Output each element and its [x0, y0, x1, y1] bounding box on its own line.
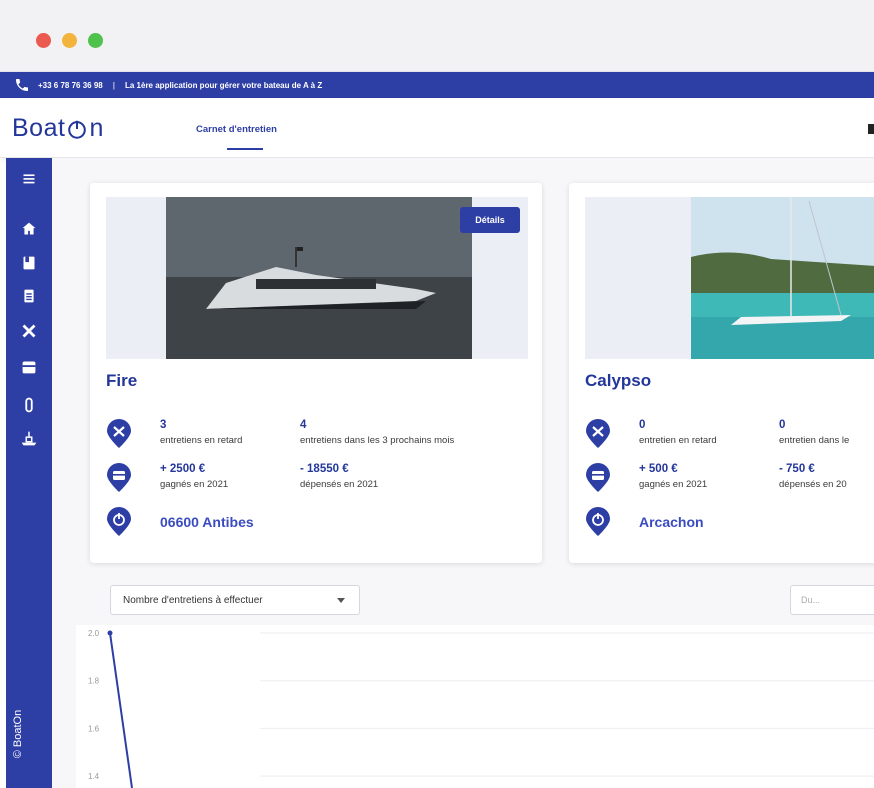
app-header: Boat n Carnet d'entretien	[0, 98, 874, 158]
upcoming-label: entretien dans le	[779, 435, 850, 446]
spent-amount: - 18550 €	[300, 463, 349, 475]
logbook-icon[interactable]	[18, 252, 40, 274]
phone-number[interactable]: +33 6 78 76 36 98	[38, 81, 103, 90]
boat-location[interactable]: 06600 Antibes	[160, 514, 254, 530]
y-tick-label: 1.8	[88, 677, 100, 686]
boat-photo-frame	[585, 197, 874, 359]
info-separator: |	[112, 80, 115, 90]
menu-icon[interactable]	[18, 168, 40, 190]
date-from-input[interactable]: Du...	[790, 585, 874, 615]
y-tick-label: 2.0	[88, 629, 100, 638]
spent-label: dépensés en 2021	[300, 479, 379, 490]
tab-carnet-entretien[interactable]: Carnet d'entretien	[196, 124, 277, 135]
late-label: entretien en retard	[639, 435, 717, 446]
tagline: La 1ère application pour gérer votre bat…	[124, 80, 323, 90]
tools-icon[interactable]	[18, 320, 40, 342]
money-pin-icon	[586, 463, 610, 492]
data-point[interactable]	[107, 630, 113, 636]
earned-label: gagnés en 2021	[639, 479, 708, 490]
boaton-logo[interactable]: Boat n	[12, 114, 104, 143]
close-window-button[interactable]	[36, 33, 51, 48]
location-pin-icon	[586, 507, 610, 536]
late-count: 0	[639, 419, 646, 431]
boat-name: Calypso	[585, 371, 652, 390]
chart-filters: Nombre d'entretiens à effectuer Du...	[90, 578, 874, 622]
maintenance-pin-icon	[586, 419, 610, 448]
y-tick-label: 1.4	[88, 772, 100, 781]
boat-icon[interactable]	[18, 428, 40, 450]
boat-location[interactable]: Arcachon	[639, 514, 704, 530]
notification-icon[interactable]	[868, 124, 874, 134]
document-icon[interactable]	[18, 285, 40, 307]
info-bar: +33 6 78 76 36 98 | La 1ère application …	[0, 72, 874, 98]
home-icon[interactable]	[18, 218, 40, 240]
earned-amount: + 2500 €	[160, 463, 206, 475]
location-pin-icon	[107, 507, 131, 536]
boat-photo	[166, 197, 472, 359]
chart-svg: 2.0 1.8 1.6 1.4	[88, 629, 874, 788]
upcoming-count: 4	[300, 419, 307, 431]
caret-down-icon	[337, 598, 345, 603]
details-button[interactable]: Détails	[460, 207, 520, 233]
boat-name: Fire	[106, 371, 138, 390]
boat-card-calypso[interactable]: Calypso 0 entretien en retard 0 entretie…	[569, 183, 874, 563]
earned-amount: + 500 €	[639, 463, 678, 475]
upcoming-label: entretiens dans les 3 prochains mois	[300, 435, 455, 446]
app-screenshot: +33 6 78 76 36 98 | La 1ère application …	[0, 0, 874, 788]
active-tab-indicator	[227, 148, 263, 150]
earned-label: gagnés en 2021	[160, 479, 229, 490]
boat-photo	[691, 197, 874, 359]
y-tick-label: 1.6	[88, 724, 100, 733]
money-pin-icon	[107, 463, 131, 492]
minimize-window-button[interactable]	[62, 33, 77, 48]
late-count: 3	[160, 419, 167, 431]
card-icon[interactable]	[18, 356, 40, 378]
power-logo-icon	[68, 120, 87, 139]
metric-select[interactable]: Nombre d'entretiens à effectuer	[110, 585, 360, 615]
browser-titlebar	[0, 0, 874, 72]
maintenance-chart: 2.0 1.8 1.6 1.4	[76, 625, 874, 788]
late-label: entretiens en retard	[160, 435, 243, 446]
upcoming-count: 0	[779, 419, 786, 431]
metric-select-value: Nombre d'entretiens à effectuer	[123, 594, 263, 606]
attachment-icon[interactable]	[18, 394, 40, 416]
spent-amount: - 750 €	[779, 463, 815, 475]
spent-label: dépensés en 20	[779, 479, 847, 490]
series-line	[109, 632, 133, 788]
maintenance-pin-icon	[107, 419, 131, 448]
boat-card-fire[interactable]: Détails Fire 3 entretiens en retard 4 en…	[90, 183, 542, 563]
phone-icon	[16, 79, 28, 91]
maximize-window-button[interactable]	[88, 33, 103, 48]
copyright-label: © BoatOn	[12, 709, 24, 759]
